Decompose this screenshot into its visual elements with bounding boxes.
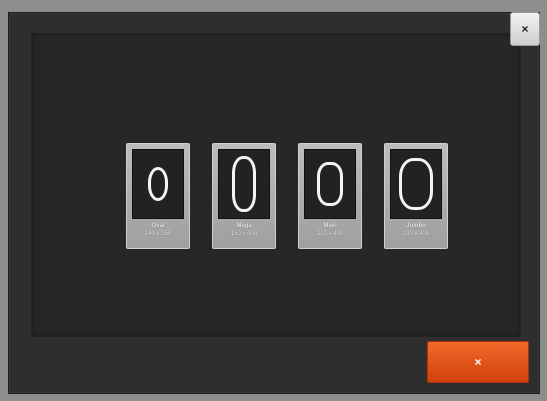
hoop-size: 210 x 400 (316, 231, 344, 237)
hoop-preview (304, 149, 356, 219)
hoop-preview (390, 149, 442, 219)
hoop-size: 140 x 250 (144, 231, 172, 237)
maxi-hoop-icon (317, 162, 343, 206)
footer-strip (31, 345, 431, 383)
hoop-name: Mega (236, 223, 252, 229)
mega-hoop-icon (232, 156, 256, 212)
hoop-selection-dialog: Oval 140 x 250 Mega 150 x 400 Maxi 210 x… (8, 12, 540, 394)
hoop-option-maxi[interactable]: Maxi 210 x 400 (298, 143, 362, 249)
hoop-name: Jumbo (406, 223, 426, 229)
hoop-preview (218, 149, 270, 219)
hoop-size: 150 x 400 (230, 231, 258, 237)
hoop-option-jumbo[interactable]: Jumbo 230 x 400 (384, 143, 448, 249)
hoop-option-oval[interactable]: Oval 140 x 250 (126, 143, 190, 249)
cancel-button[interactable]: × (427, 341, 529, 383)
close-button[interactable]: × (510, 12, 540, 46)
hoop-size: 230 x 400 (402, 231, 430, 237)
jumbo-hoop-icon (399, 158, 433, 210)
close-icon: × (474, 355, 482, 369)
hoop-name: Oval (151, 223, 165, 229)
close-icon: × (521, 22, 529, 36)
hoop-name: Maxi (323, 223, 337, 229)
oval-hoop-icon (148, 167, 168, 201)
hoop-option-mega[interactable]: Mega 150 x 400 (212, 143, 276, 249)
hoop-preview (132, 149, 184, 219)
